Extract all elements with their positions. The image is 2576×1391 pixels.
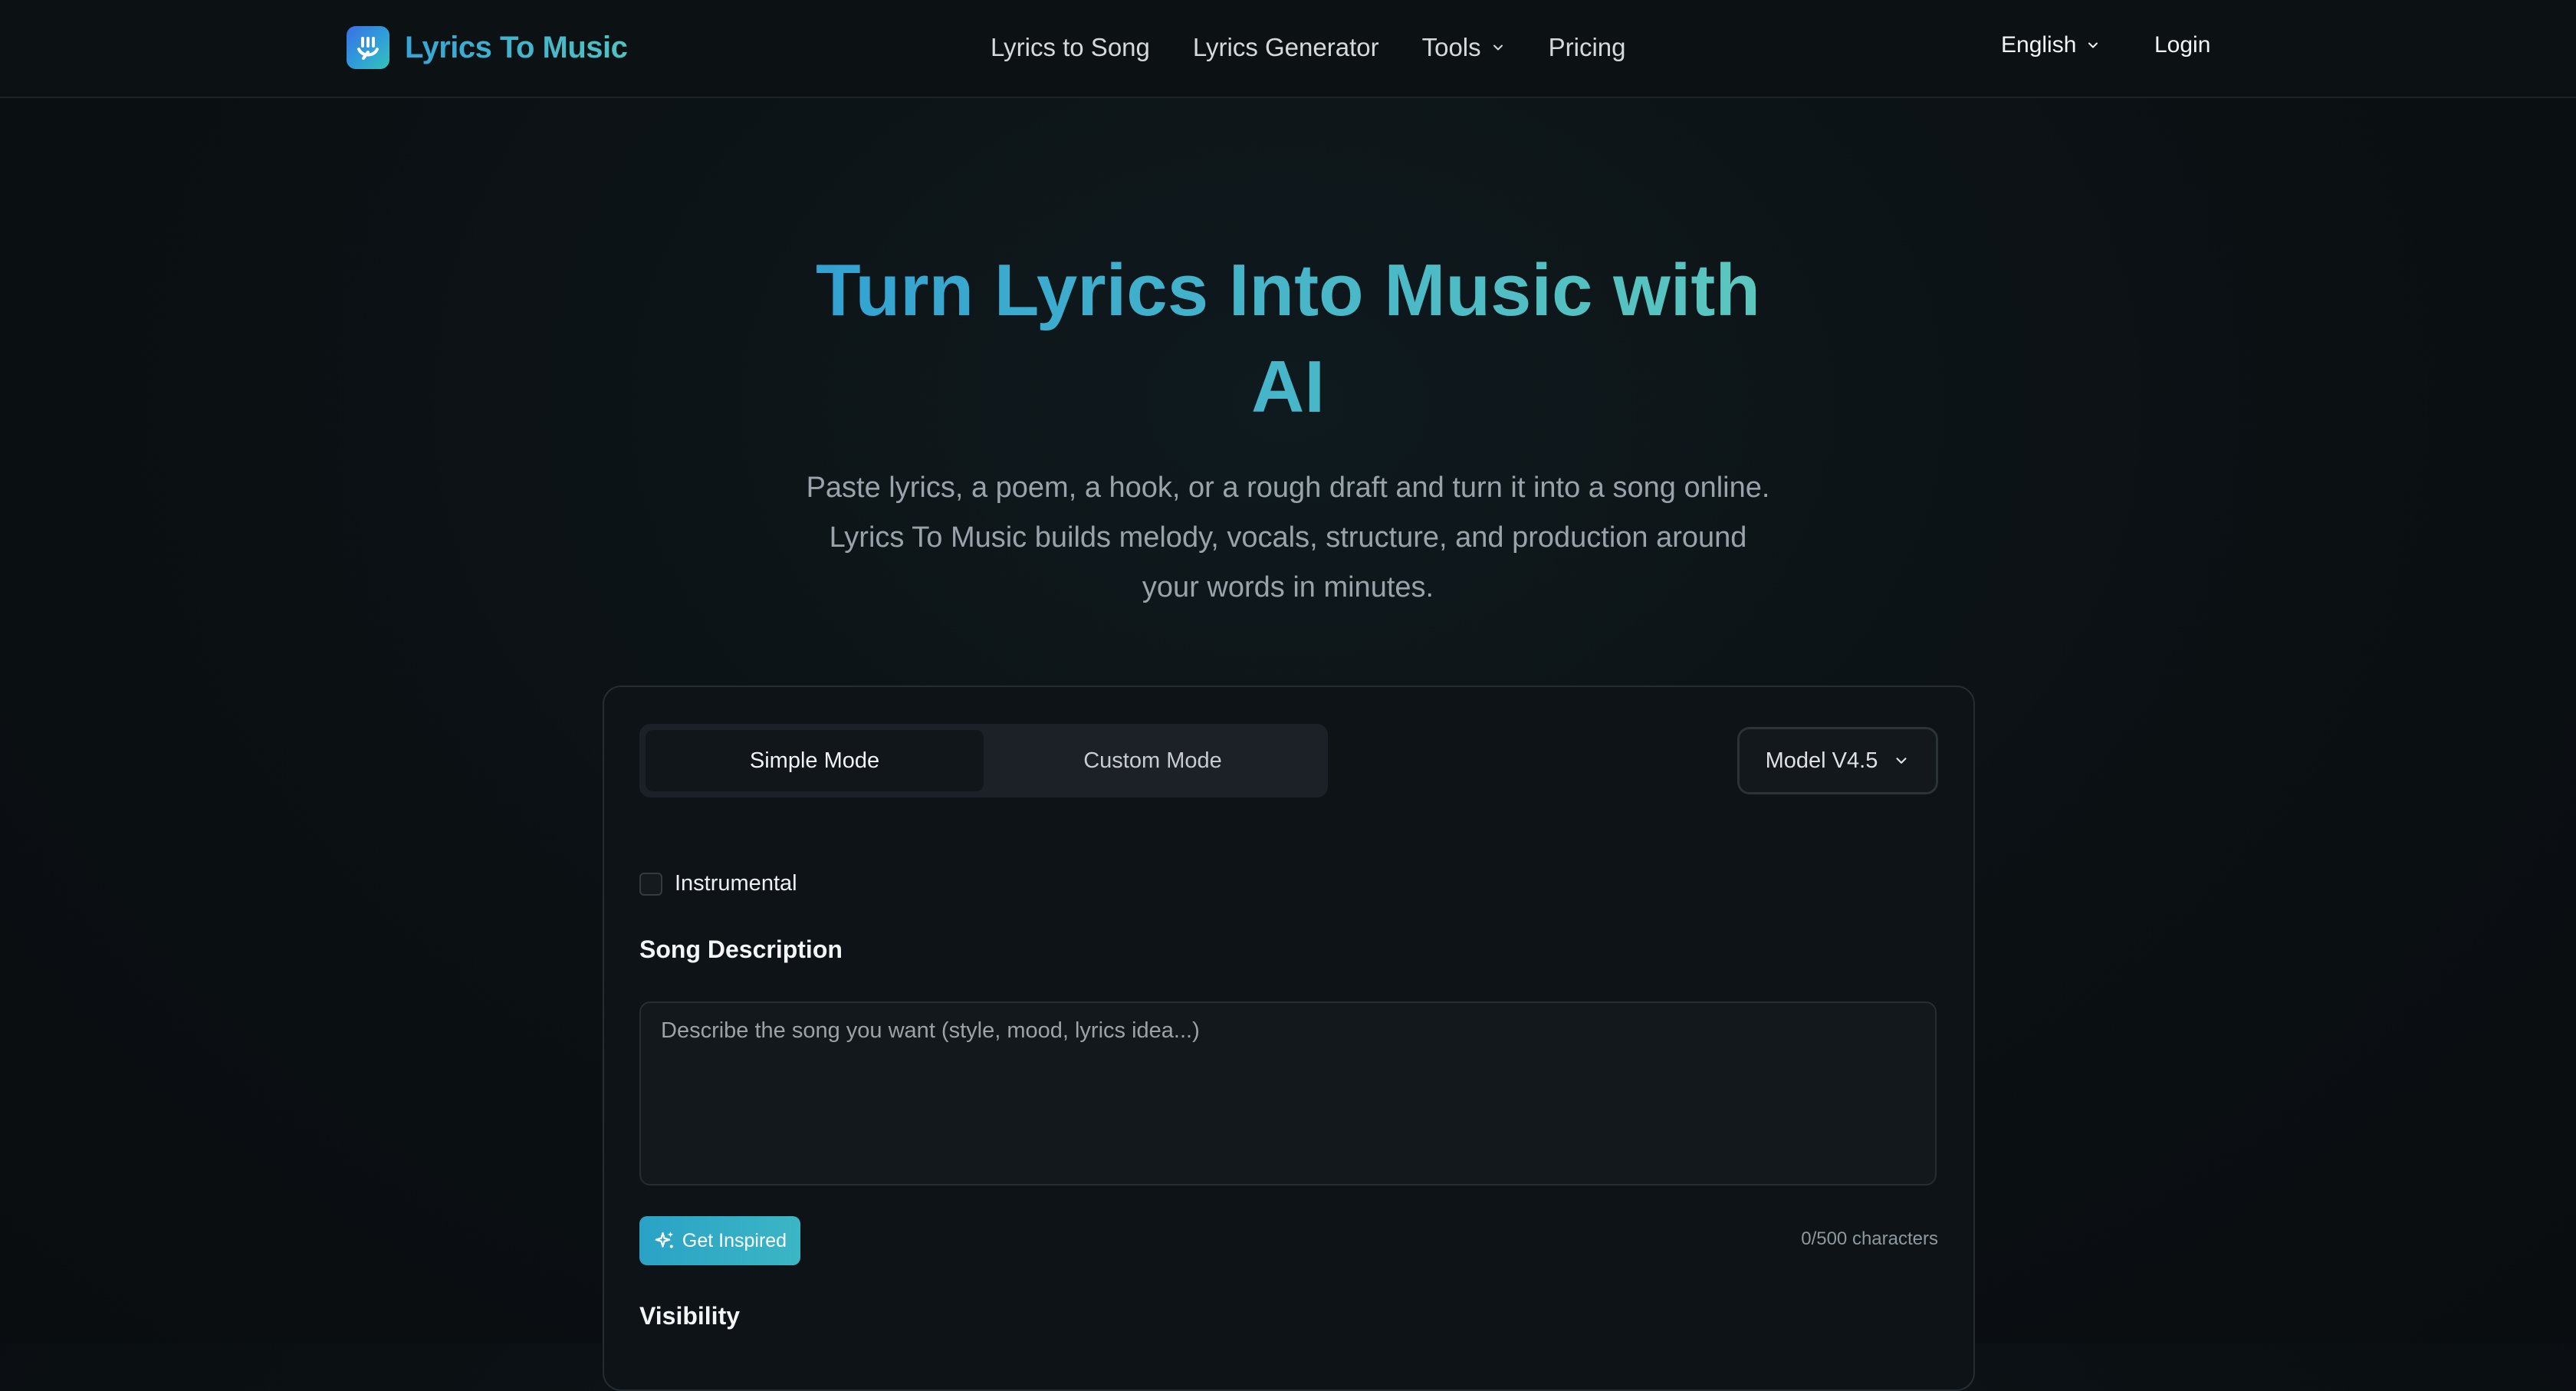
top-navbar: Lyrics To Music Lyrics to Song Lyrics Ge… [0,0,2576,98]
tab-simple-mode[interactable]: Simple Mode [646,730,984,791]
nav-label: Lyrics to Song [991,33,1150,61]
login-button[interactable]: Login [2154,32,2210,58]
song-description-label: Song Description [639,936,843,963]
nav-label: Tools [1421,33,1481,61]
sparkles-icon [653,1229,676,1252]
mode-toggle: Simple Mode Custom Mode [639,724,1328,797]
instrumental-checkbox[interactable] [639,872,662,896]
brand-logo[interactable]: Lyrics To Music [347,26,628,69]
subtitle-line-2: Lyrics To Music builds melody, vocals, s… [829,521,1747,554]
hero-subtitle: Paste lyrics, a poem, a hook, or a rough… [751,463,1825,613]
nav-tools-dropdown[interactable]: Tools [1422,33,1506,62]
chevron-down-icon [1893,752,1910,769]
nav-lyrics-to-song[interactable]: Lyrics to Song [991,33,1150,62]
nav-lyrics-generator[interactable]: Lyrics Generator [1193,33,1379,62]
main-nav: Lyrics to Song Lyrics Generator Tools Pr… [991,29,1626,66]
model-select[interactable]: Model V4.5 [1737,727,1938,794]
nav-label: Lyrics Generator [1192,33,1379,61]
instrumental-label: Instrumental [675,871,797,896]
title-line-2: AI [1251,346,1325,428]
character-counter: 0/500 characters [1801,1228,1938,1249]
chevron-down-icon [1490,40,1506,55]
nav-label: Pricing [1548,33,1626,61]
song-generator-card: Simple Mode Custom Mode Model V4.5 Instr… [603,686,1975,1391]
brand-name: Lyrics To Music [405,30,628,64]
nav-pricing[interactable]: Pricing [1549,33,1626,62]
language-selector[interactable]: English [2001,32,2101,58]
get-inspired-button[interactable]: Get Inspired [639,1216,800,1265]
subtitle-line-1: Paste lyrics, a poem, a hook, or a rough… [806,472,1770,504]
subtitle-line-3: your words in minutes. [1142,571,1434,603]
model-label: Model V4.5 [1765,748,1878,773]
song-description-input[interactable] [639,1001,1937,1185]
tab-custom-mode[interactable]: Custom Mode [984,730,1322,791]
language-label: English [2001,32,2077,58]
visibility-label: Visibility [639,1302,741,1330]
chevron-down-icon [2085,38,2101,53]
page-title: Turn Lyrics Into Music with AI [751,242,1825,436]
get-inspired-label: Get Inspired [682,1229,787,1251]
music-note-logo-icon [347,26,389,69]
instrumental-option: Instrumental [639,871,797,896]
title-line-1: Turn Lyrics Into Music with [815,249,1761,331]
